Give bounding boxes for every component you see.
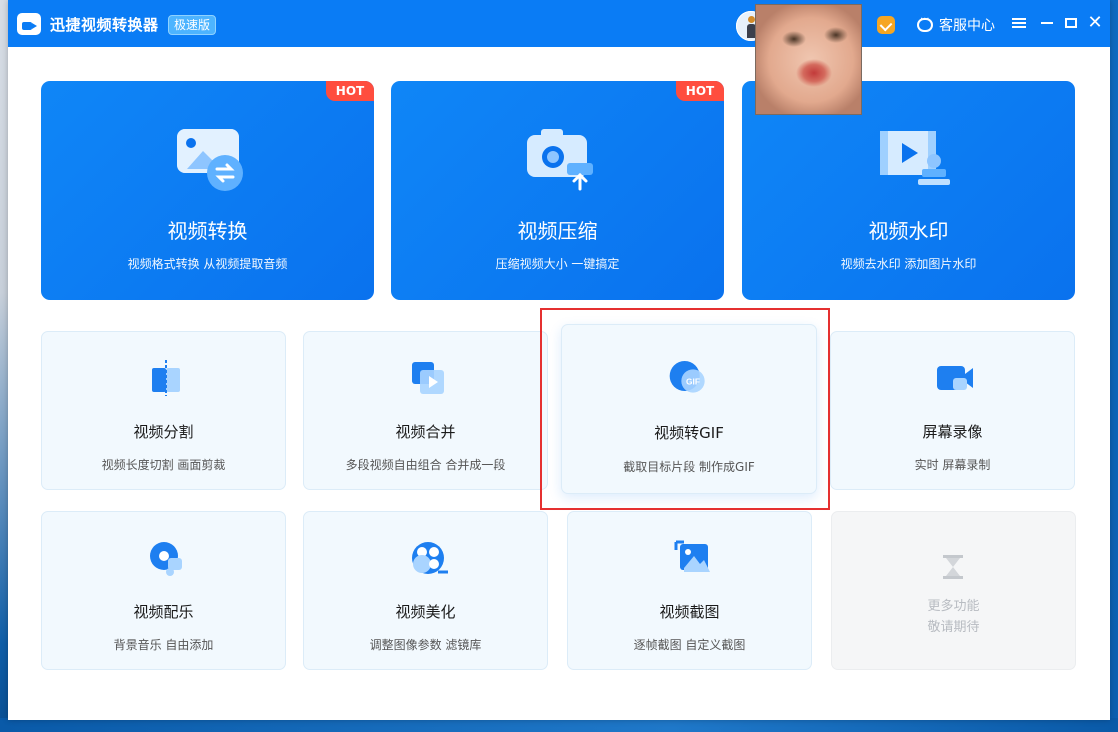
vip-icon[interactable] bbox=[877, 16, 895, 34]
card-title: 视频水印 bbox=[868, 219, 949, 243]
gif-icon-text: GIF bbox=[686, 376, 700, 386]
card-title: 视频转换 bbox=[167, 219, 248, 243]
card-more-features: 更多功能 敬请期待 bbox=[831, 511, 1076, 670]
video-beautify-icon bbox=[412, 542, 448, 574]
maximize-icon bbox=[1065, 18, 1077, 28]
maximize-button[interactable] bbox=[1060, 12, 1082, 34]
minimize-icon bbox=[1041, 22, 1053, 24]
video-music-icon bbox=[150, 542, 182, 576]
close-icon: ✕ bbox=[1087, 12, 1103, 33]
menu-icon bbox=[1012, 18, 1026, 28]
card-desc: 背景音乐 自由添加 bbox=[113, 638, 214, 652]
app-window: 迅捷视频转换器 极速版 客服中心 ✕ HOT bbox=[8, 0, 1110, 720]
card-desc: 实时 屏幕录制 bbox=[914, 458, 991, 472]
card-desc: 多段视频自由组合 合并成一段 bbox=[345, 458, 506, 472]
card-video-screenshot[interactable]: 视频截图 逐帧截图 自定义截图 bbox=[567, 511, 812, 670]
card-desc: 调整图像参数 滤镜库 bbox=[369, 638, 482, 652]
card-video-gif[interactable]: GIF 视频转GIF 截取目标片段 制作成GIF bbox=[561, 324, 817, 494]
customer-service-button[interactable]: 客服中心 bbox=[917, 14, 995, 35]
card-video-beautify[interactable]: 视频美化 调整图像参数 滤镜库 bbox=[303, 511, 548, 670]
card-screen-record[interactable]: 屏幕录像 实时 屏幕录制 bbox=[830, 331, 1075, 490]
card-title: 视频分割 bbox=[133, 423, 194, 441]
card-desc: 视频去水印 添加图片水印 bbox=[840, 257, 977, 271]
card-title: 视频合并 bbox=[395, 423, 456, 441]
close-button[interactable]: ✕ bbox=[1084, 12, 1106, 34]
video-merge-icon bbox=[412, 362, 444, 394]
screen-record-icon bbox=[937, 366, 973, 390]
video-split-icon bbox=[152, 360, 180, 396]
card-title: 视频配乐 bbox=[133, 603, 194, 621]
video-gif-icon: GIF bbox=[669, 361, 705, 393]
card-video-music[interactable]: 视频配乐 背景音乐 自由添加 bbox=[41, 511, 286, 670]
app-logo-icon bbox=[17, 13, 41, 35]
card-desc: 截取目标片段 制作成GIF bbox=[623, 460, 755, 474]
card-video-convert[interactable]: HOT 视频转换 视频格式转换 从视频提取音频 bbox=[41, 81, 374, 300]
webcam-photo-overlay bbox=[755, 4, 862, 115]
coming-soon-line1: 更多功能 bbox=[927, 599, 980, 614]
card-video-compress[interactable]: HOT 视频压缩 压缩视频大小 一键搞定 bbox=[391, 81, 724, 300]
customer-service-label: 客服中心 bbox=[939, 18, 995, 34]
card-desc: 压缩视频大小 一键搞定 bbox=[495, 257, 620, 271]
edition-badge: 极速版 bbox=[168, 15, 217, 35]
coming-soon-text: 更多功能 敬请期待 bbox=[832, 596, 1075, 638]
video-compress-icon bbox=[527, 129, 593, 191]
chat-icon bbox=[917, 14, 933, 32]
card-title: 视频截图 bbox=[659, 603, 720, 621]
card-video-split[interactable]: 视频分割 视频长度切割 画面剪裁 bbox=[41, 331, 286, 490]
card-desc: 视频长度切割 画面剪裁 bbox=[101, 458, 226, 472]
hourglass-icon bbox=[943, 555, 963, 579]
video-screenshot-icon bbox=[674, 540, 710, 572]
desktop-background-right bbox=[1110, 0, 1118, 732]
hot-badge: HOT bbox=[326, 81, 374, 101]
app-title: 迅捷视频转换器 bbox=[50, 16, 159, 34]
title-bar: 迅捷视频转换器 极速版 客服中心 ✕ bbox=[8, 0, 1110, 47]
card-desc: 逐帧截图 自定义截图 bbox=[633, 638, 746, 652]
menu-button[interactable] bbox=[1008, 12, 1030, 34]
video-watermark-icon bbox=[880, 131, 950, 185]
card-title: 视频转GIF bbox=[654, 424, 724, 442]
desktop-taskbar-edge bbox=[0, 718, 1118, 732]
card-title: 视频美化 bbox=[395, 603, 456, 621]
card-title: 屏幕录像 bbox=[922, 423, 983, 441]
video-convert-icon bbox=[177, 129, 243, 191]
minimize-button[interactable] bbox=[1036, 12, 1058, 34]
hot-badge: HOT bbox=[676, 81, 724, 101]
card-video-merge[interactable]: 视频合并 多段视频自由组合 合并成一段 bbox=[303, 331, 548, 490]
coming-soon-line2: 敬请期待 bbox=[927, 620, 980, 635]
card-title: 视频压缩 bbox=[517, 219, 598, 243]
card-desc: 视频格式转换 从视频提取音频 bbox=[127, 257, 288, 271]
